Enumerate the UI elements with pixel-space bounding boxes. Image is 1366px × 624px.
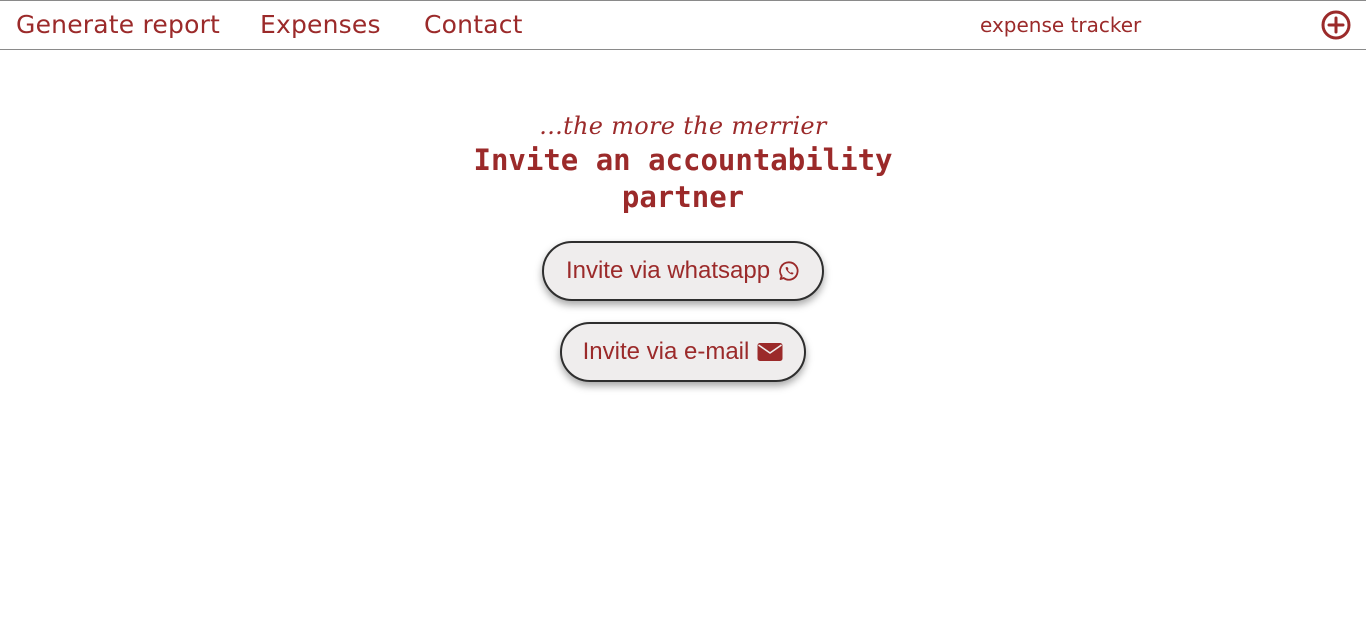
tagline: ...the more the merrier (539, 112, 827, 140)
invite-whatsapp-label: Invite via whatsapp (565, 257, 771, 284)
nav-link-contact[interactable]: Contact (424, 9, 523, 41)
envelope-icon (757, 342, 783, 362)
page-title: Invite an accountability partner (473, 143, 893, 214)
invite-whatsapp-button[interactable]: Invite via whatsapp (542, 241, 824, 301)
invite-email-label: Invite via e-mail (582, 338, 750, 365)
nav-link-expenses[interactable]: Expenses (260, 9, 381, 41)
add-button[interactable] (1320, 9, 1352, 41)
plus-circle-icon (1321, 10, 1351, 40)
whatsapp-icon (778, 260, 800, 282)
nav-link-generate-report[interactable]: Generate report (16, 9, 220, 41)
top-navbar: Generate report Expenses Contact expense… (0, 0, 1366, 50)
brand-title: expense tracker (980, 13, 1142, 37)
invite-email-button[interactable]: Invite via e-mail (560, 322, 806, 382)
invite-section: ...the more the merrier Invite an accoun… (0, 110, 1366, 216)
